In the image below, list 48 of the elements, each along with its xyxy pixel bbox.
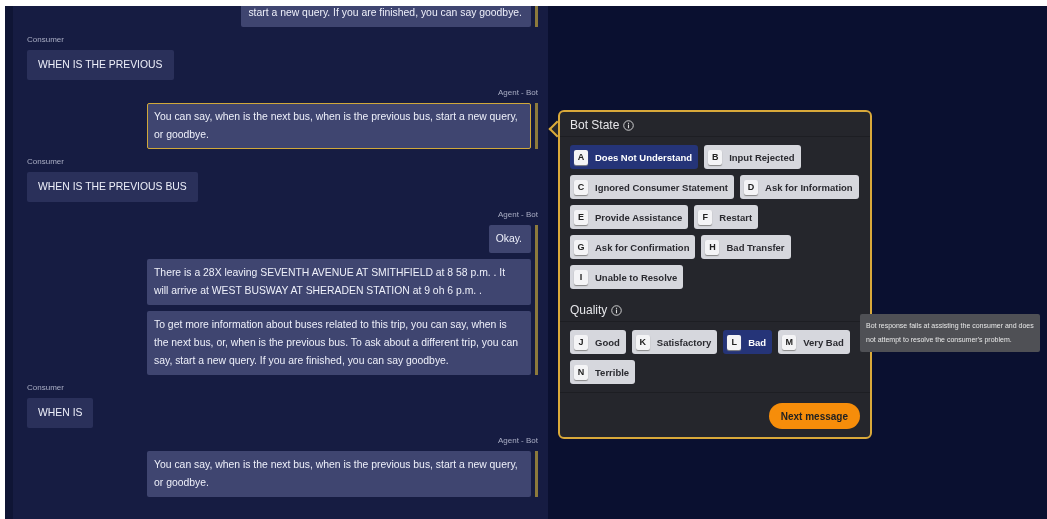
label-option[interactable]: M Very Bad <box>778 330 850 354</box>
shortcut-key: J <box>574 334 588 350</box>
bot-message[interactable]: You can say, when is the next bus, when is the previous bus, start a new query, or goodbye. <box>147 103 531 149</box>
section-title: Bot State <box>570 118 620 132</box>
bot-message[interactable]: To get more information about buses related to this trip, you can say, when is the next bus, or, when is the previous bus. To ask about a different trip, you can say, start a new query. If you are finished, you can say goodbye. <box>147 311 531 375</box>
consumer-message[interactable]: WHEN IS THE PREVIOUS BUS <box>27 172 198 202</box>
shortcut-key: L <box>727 334 742 350</box>
consumer-message[interactable]: WHEN IS THE PREVIOUS <box>27 50 174 80</box>
info-icon <box>611 304 623 316</box>
next-message-button[interactable]: Next message <box>768 403 860 429</box>
bot-message[interactable]: Okay. <box>488 225 531 253</box>
bot-message[interactable]: start a new query. If you are finished, you can say goodbye. <box>241 6 531 27</box>
shortcut-key: D <box>744 179 759 195</box>
section-title: Quality <box>570 303 608 317</box>
label-option[interactable]: I Unable to Resolve <box>570 265 684 289</box>
speaker-label: Agent - Bot <box>497 210 538 219</box>
label-option[interactable]: B Input Rejected <box>704 145 801 169</box>
shortcut-key: H <box>705 239 720 255</box>
label-option[interactable]: N Terrible <box>570 360 636 384</box>
label-option[interactable]: J Good <box>570 330 626 354</box>
speaker-label: Consumer <box>27 157 64 166</box>
speaker-label: Agent - Bot <box>497 436 538 445</box>
shortcut-key: C <box>574 179 588 195</box>
consumer-message[interactable]: WHEN IS <box>27 398 94 428</box>
label-option[interactable]: E Provide Assistance <box>570 205 689 229</box>
shortcut-key: E <box>574 209 588 225</box>
shortcut-key: G <box>574 239 588 255</box>
label-option[interactable]: H Bad Transfer <box>701 235 791 259</box>
shortcut-key: K <box>635 334 650 350</box>
shortcut-key: M <box>782 334 797 350</box>
bot-message[interactable]: There is a 28X leaving SEVENTH AVENUE AT SMITHFIELD at 8 58 p.m. . It will arrive at WEST BUSWAY AT SHERADEN STATION at 9 oh 6 p.m. . <box>147 259 531 305</box>
label-option[interactable]: F Restart <box>694 205 759 229</box>
label-option[interactable]: L Bad <box>723 330 773 354</box>
shortcut-key: N <box>574 364 588 380</box>
shortcut-key: I <box>574 269 588 285</box>
speaker-label: Consumer <box>27 35 64 44</box>
speaker-label: Agent - Bot <box>497 88 538 97</box>
label-option[interactable]: G Ask for Confirmation <box>570 235 696 259</box>
bot-message[interactable]: You can say, when is the next bus, when is the previous bus, start a new query, or goodbye. <box>147 451 531 497</box>
label-option[interactable]: D Ask for Information <box>740 175 859 199</box>
speaker-label: Consumer <box>27 383 64 392</box>
shortcut-key: F <box>698 209 713 225</box>
label-option[interactable]: K Satisfactory <box>631 330 718 354</box>
label-option[interactable]: C Ignored Consumer Statement <box>570 175 735 199</box>
shortcut-key: B <box>708 149 723 165</box>
shortcut-key: A <box>574 149 588 165</box>
info-icon <box>623 119 635 131</box>
label-option[interactable]: A Does Not Understand <box>570 145 699 169</box>
